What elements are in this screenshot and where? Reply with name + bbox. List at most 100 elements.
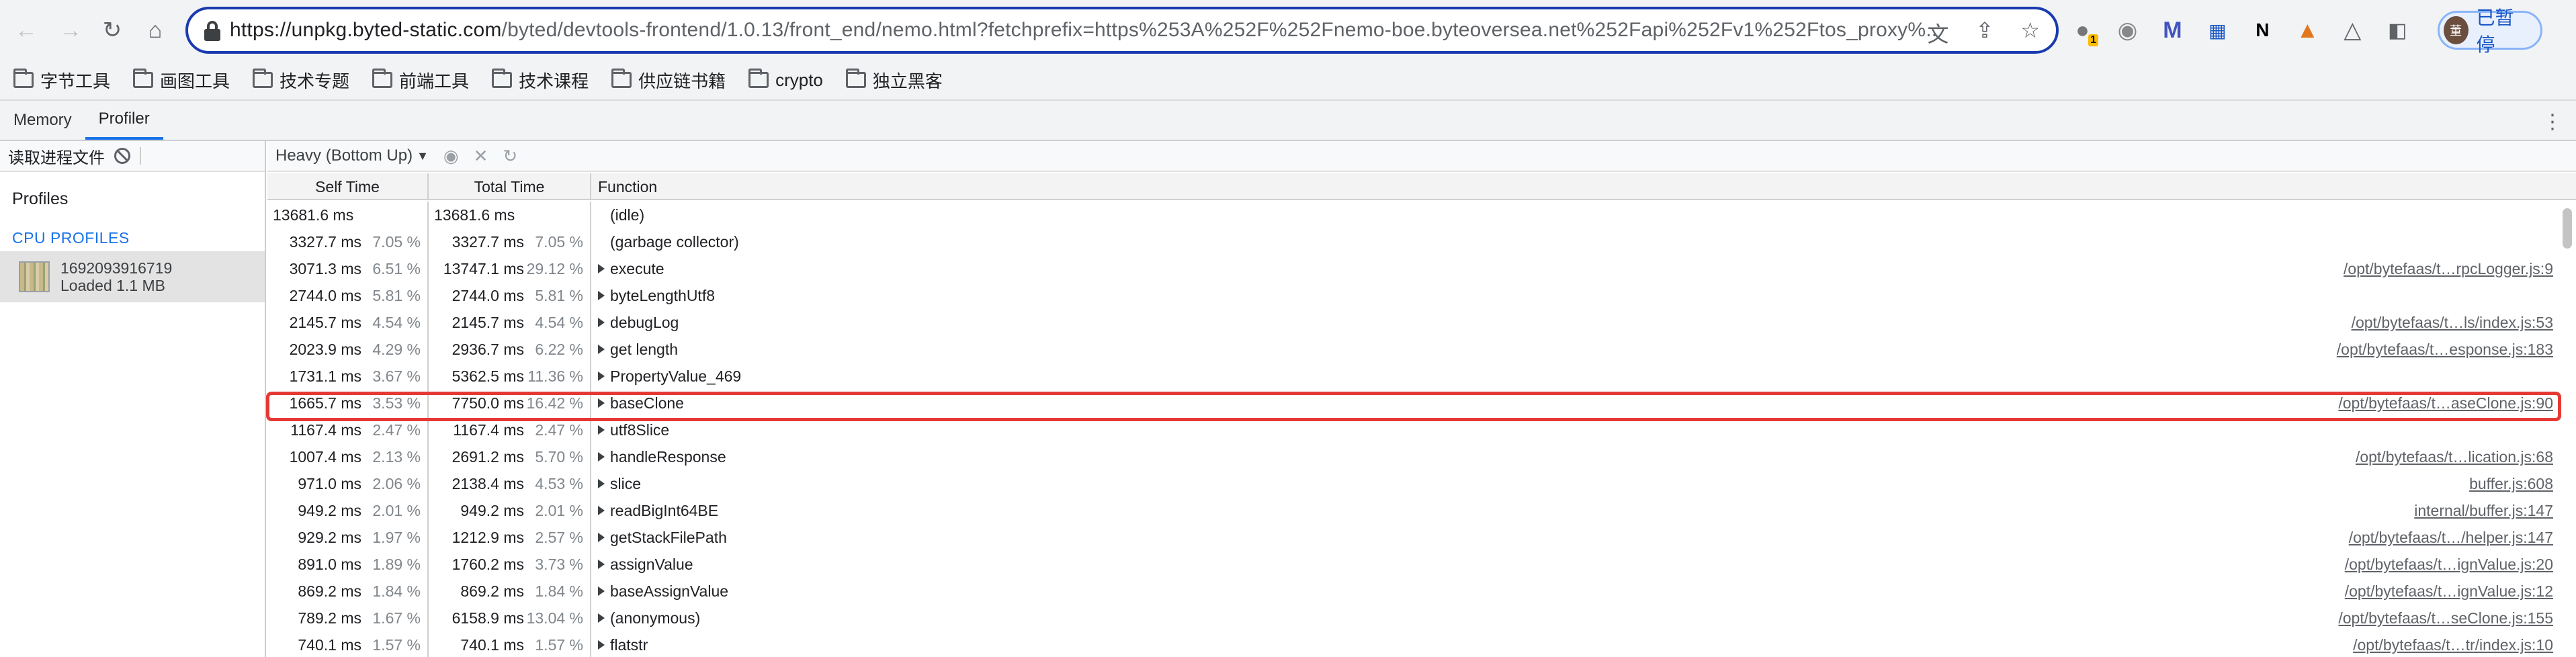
bookmark-folder[interactable]: crypto <box>748 69 823 91</box>
devtools-menu-icon[interactable]: ⋮ <box>2542 110 2563 134</box>
extension-globe-icon[interactable]: ◉ <box>2114 15 2141 45</box>
notion-icon[interactable]: N <box>2249 15 2276 45</box>
function-cell: execute/opt/bytefaas/t…rpcLogger.js:9 <box>591 255 2576 282</box>
table-row[interactable]: 3071.3 ms 6.51 % 13747.1 ms 29.12 % execute /… <box>267 255 2576 282</box>
reload-icon[interactable]: ↻ <box>95 13 129 47</box>
expand-arrow-icon[interactable] <box>598 345 605 354</box>
function-cell: handleResponse/opt/bytefaas/t…lication.j… <box>591 443 2576 470</box>
expand-arrow-icon[interactable] <box>598 452 605 462</box>
extension-m-icon[interactable]: M <box>2159 15 2186 45</box>
table-row[interactable]: 789.2 ms 1.67 % 6158.9 ms 13.04 % (anonymous… <box>267 605 2576 631</box>
table-row[interactable]: 2023.9 ms 4.29 % 2936.7 ms 6.22 % get length… <box>267 336 2576 363</box>
cpu-profile-icon <box>19 261 50 292</box>
source-link[interactable]: /opt/bytefaas/t…ignValue.js:12 <box>2345 582 2553 601</box>
table-row[interactable]: 929.2 ms 1.97 % 1212.9 ms 2.57 % getStackFil… <box>267 524 2576 551</box>
column-self-time[interactable]: Self Time <box>267 173 429 199</box>
bookmark-folder[interactable]: 技术专题 <box>253 68 349 93</box>
cpu-profile-item[interactable]: 1692093916719 Loaded 1.1 MB <box>0 251 265 302</box>
share-icon[interactable]: ⇪ <box>1976 17 1994 48</box>
column-total-time[interactable]: Total Time <box>429 173 591 199</box>
source-link[interactable]: internal/buffer.js:147 <box>2414 502 2553 520</box>
self-time-value: 2023.9 ms <box>289 340 361 358</box>
table-row[interactable]: 3327.7 ms 7.05 % 3327.7 ms 7.05 % (garbage c… <box>267 228 2576 255</box>
load-profile-button[interactable]: 读取进程文件 <box>8 144 105 168</box>
column-function[interactable]: Function <box>591 173 2576 199</box>
exclude-x-icon[interactable]: ✕ <box>474 146 488 167</box>
table-row[interactable]: 1731.1 ms 3.67 % 5362.5 ms 11.36 % PropertyV… <box>267 363 2576 390</box>
profile-button[interactable]: 董 已暂停 <box>2437 7 2542 55</box>
expand-arrow-icon[interactable] <box>598 291 605 300</box>
table-row[interactable]: 2145.7 ms 4.54 % 2145.7 ms 4.54 % debugLog/o… <box>267 309 2576 336</box>
expand-arrow-icon[interactable] <box>598 425 605 435</box>
source-link[interactable]: /opt/bytefaas/t…esponse.js:183 <box>2337 341 2553 359</box>
restore-reload-icon[interactable]: ↻ <box>503 146 517 167</box>
expand-arrow-icon[interactable] <box>598 479 605 488</box>
bookmark-folder[interactable]: 字节工具 <box>13 68 110 93</box>
table-row[interactable]: 869.2 ms 1.84 % 869.2 ms 1.84 % baseAssignVa… <box>267 578 2576 605</box>
source-link[interactable]: /opt/bytefaas/t…aseClone.js:90 <box>2338 394 2553 412</box>
expand-arrow-icon[interactable] <box>598 318 605 327</box>
forward-icon[interactable]: → <box>54 13 87 47</box>
extension-chart-icon[interactable]: ▦ <box>2204 15 2231 45</box>
url-text[interactable]: https://unpkg.byted-static.com/byted/dev… <box>230 19 1936 42</box>
bookmark-folder[interactable]: 供应链书籍 <box>611 68 726 93</box>
self-time-percent: 1.84 % <box>372 582 421 600</box>
lock-icon[interactable] <box>204 21 220 41</box>
tab-memory[interactable]: Memory <box>0 101 85 140</box>
source-link[interactable]: buffer.js:608 <box>2469 475 2553 493</box>
total-time-percent: 11.36 % <box>527 367 583 385</box>
table-row[interactable]: 740.1 ms 1.57 % 740.1 ms 1.57 % flatstr/opt/… <box>267 631 2576 657</box>
table-row[interactable]: 891.0 ms 1.89 % 1760.2 ms 3.73 % assignValue… <box>267 551 2576 578</box>
expand-arrow-icon[interactable] <box>598 586 605 596</box>
translate-icon[interactable]: 文 <box>1927 17 1948 48</box>
source-link[interactable]: /opt/bytefaas/t…lication.js:68 <box>2356 448 2553 466</box>
source-link[interactable]: /opt/bytefaas/t…/helper.js:147 <box>2349 529 2553 547</box>
source-link[interactable]: /opt/bytefaas/t…ignValue.js:20 <box>2345 556 2553 574</box>
source-link[interactable]: /opt/bytefaas/t…tr/index.js:10 <box>2353 636 2553 654</box>
self-time-percent: 2.01 % <box>372 501 421 519</box>
bookmark-star-icon[interactable]: ☆ <box>2020 17 2040 48</box>
expand-arrow-icon[interactable] <box>598 506 605 515</box>
self-time-percent: 6.51 % <box>372 259 421 277</box>
extension-icon-gray[interactable]: ● 1 <box>2069 15 2098 46</box>
source-link[interactable]: /opt/bytefaas/t…rpcLogger.js:9 <box>2344 260 2553 278</box>
bookmark-folder[interactable]: 独立黑客 <box>845 68 943 93</box>
home-icon[interactable]: ⌂ <box>138 13 172 47</box>
table-row[interactable]: 13681.6 ms 13681.6 ms (idle) <box>267 202 2576 228</box>
function-cell: utf8Slice <box>591 417 2576 443</box>
total-time-value: 1760.2 ms <box>452 555 524 573</box>
expand-arrow-icon[interactable] <box>598 264 605 273</box>
table-row[interactable]: 1007.4 ms 2.13 % 2691.2 ms 5.70 % handleResp… <box>267 443 2576 470</box>
expand-arrow-icon[interactable] <box>598 613 605 623</box>
expand-arrow-icon[interactable] <box>598 533 605 542</box>
scrollbar[interactable] <box>2563 208 2572 249</box>
self-time-value: 1167.4 ms <box>290 421 361 439</box>
expand-arrow-icon[interactable] <box>598 371 605 381</box>
expand-arrow-icon[interactable] <box>598 560 605 569</box>
bookmark-folder[interactable]: 画图工具 <box>133 68 230 93</box>
focus-eye-icon[interactable]: ◉ <box>443 146 459 167</box>
table-row[interactable]: 949.2 ms 2.01 % 949.2 ms 2.01 % readBigInt64… <box>267 497 2576 524</box>
table-row[interactable]: 1167.4 ms 2.47 % 1167.4 ms 2.47 % utf8Slice <box>267 417 2576 443</box>
bookmark-folder[interactable]: 前端工具 <box>372 68 469 93</box>
back-icon[interactable]: ← <box>9 13 43 47</box>
expand-arrow-icon[interactable] <box>598 398 605 408</box>
clear-all-icon[interactable] <box>114 148 130 164</box>
table-row[interactable]: 2744.0 ms 5.81 % 2744.0 ms 5.81 % byteLength… <box>267 282 2576 309</box>
table-row[interactable]: 1665.7 ms 3.53 % 7750.0 ms 16.42 % baseClone… <box>267 390 2576 417</box>
self-time-cell: 789.2 ms 1.67 % <box>267 605 429 631</box>
total-time-value: 6158.9 ms <box>452 609 524 627</box>
source-link[interactable]: /opt/bytefaas/t…ls/index.js:53 <box>2352 314 2553 332</box>
address-bar[interactable]: https://unpkg.byted-static.com/byted/dev… <box>185 7 2059 54</box>
expand-arrow-icon[interactable] <box>598 640 605 650</box>
tab-profiler[interactable]: Profiler <box>85 101 163 140</box>
avatar: 董 <box>2443 16 2468 44</box>
bookmark-folder[interactable]: 技术课程 <box>492 68 589 93</box>
function-cell: debugLog/opt/bytefaas/t…ls/index.js:53 <box>591 309 2576 336</box>
side-panel-icon[interactable]: ◧ <box>2385 15 2411 45</box>
extensions-puzzle-icon[interactable]: △ <box>2339 15 2366 45</box>
metamask-icon[interactable]: ▲ <box>2294 15 2321 45</box>
source-link[interactable]: /opt/bytefaas/t…seClone.js:155 <box>2338 609 2553 627</box>
table-row[interactable]: 971.0 ms 2.06 % 2138.4 ms 4.53 % slice buffer… <box>267 470 2576 497</box>
view-mode-select[interactable]: Heavy (Bottom Up) ▼ <box>275 146 429 165</box>
